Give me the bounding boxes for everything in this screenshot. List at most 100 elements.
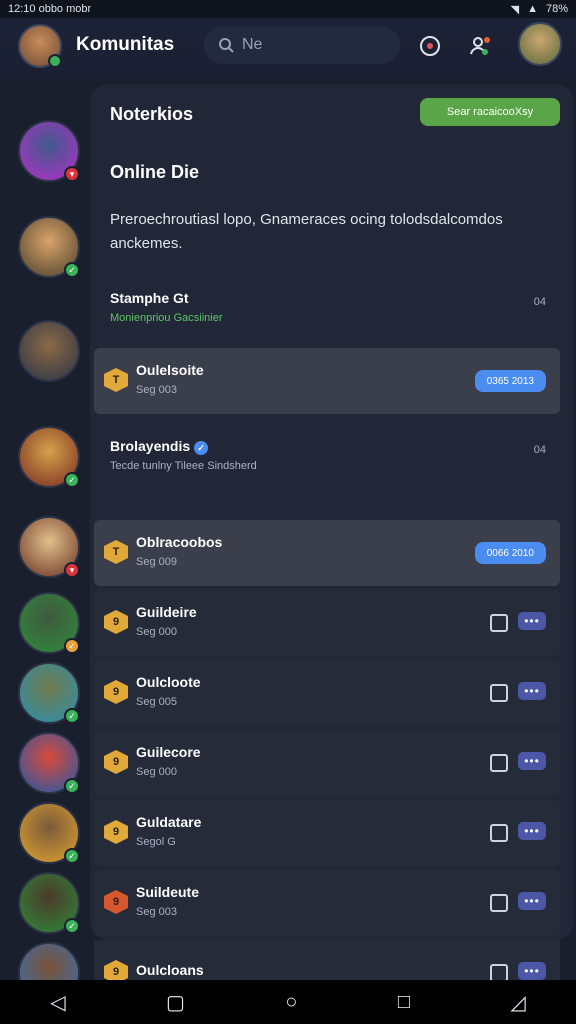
edit-icon[interactable] bbox=[490, 684, 508, 702]
rank-icon: 9 bbox=[104, 610, 128, 634]
panel-title: Noterkios bbox=[110, 104, 194, 124]
online-badge bbox=[48, 54, 62, 68]
user-add-icon bbox=[470, 37, 490, 55]
status-bar: 12:10 obbo mobr ◥ ▲ 78% bbox=[0, 0, 576, 18]
server-avatar[interactable]: ▾ bbox=[18, 120, 80, 182]
signal-icon: ▲ bbox=[527, 3, 538, 15]
item-title: Oulcloote bbox=[136, 674, 201, 690]
server-avatar[interactable]: ✓ bbox=[18, 216, 80, 278]
check-badge: ✓ bbox=[64, 262, 80, 278]
item-title: Oulcloans bbox=[136, 962, 204, 978]
item-time: 04 bbox=[533, 444, 546, 456]
more-button[interactable]: ••• bbox=[518, 682, 546, 700]
list-item[interactable]: Stamphe Gt Monienpriou Gacsiinier 04 bbox=[94, 276, 560, 342]
list-item[interactable]: 9 Guldatare Segol G ••• bbox=[94, 800, 560, 866]
more-button[interactable]: ••• bbox=[518, 962, 546, 980]
list-item[interactable]: 9 Oulcloote Seg 005 ••• bbox=[94, 660, 560, 726]
server-avatar[interactable]: ✓ bbox=[18, 802, 80, 864]
activity-button[interactable] bbox=[416, 32, 444, 60]
back-icon[interactable]: ◁ bbox=[50, 990, 65, 1015]
list-item[interactable]: 9 Guildeire Seg 000 ••• bbox=[94, 590, 560, 656]
profile-avatar[interactable] bbox=[518, 22, 562, 66]
item-title: Stamphe Gt bbox=[110, 290, 189, 306]
edit-icon[interactable] bbox=[490, 614, 508, 632]
item-title: Oulelsoite bbox=[136, 362, 204, 378]
item-title: Oblracoobos bbox=[136, 534, 223, 550]
date-badge[interactable]: 0365 2013 bbox=[474, 370, 546, 392]
server-avatar[interactable]: ▾ bbox=[18, 516, 80, 578]
server-avatar[interactable]: ✓ bbox=[18, 662, 80, 724]
check-badge: ✓ bbox=[64, 472, 80, 488]
item-subtitle: Seg 009 bbox=[136, 556, 177, 568]
item-subtitle: Seg 000 bbox=[136, 766, 177, 778]
list-item[interactable]: 9 Guilecore Seg 000 ••• bbox=[94, 730, 560, 796]
list-item[interactable]: Brolayendis ✓ Tecde tunlny Tileee Sindsh… bbox=[94, 424, 560, 490]
item-subtitle: Seg 003 bbox=[136, 906, 177, 918]
list-item[interactable]: 9 Suildeute Seg 003 ••• bbox=[94, 870, 560, 936]
server-sidebar: ▾ ✓ ✓ ▾ ✓ ✓ ✓ ✓ ✓ bbox=[0, 76, 92, 1004]
more-button[interactable]: ••• bbox=[518, 612, 546, 630]
rank-icon: 9 bbox=[104, 820, 128, 844]
page-title: Komunitas bbox=[76, 34, 175, 55]
status-time: 12:10 obbo mobr bbox=[8, 3, 92, 15]
status-icons: ◥ ▲ 78% bbox=[511, 3, 568, 16]
date-badge[interactable]: 0066 2010 bbox=[474, 542, 546, 564]
section-description: Preroechroutiasl lopo, Gnameraces ocing … bbox=[110, 211, 503, 252]
item-subtitle: Segol G bbox=[136, 836, 176, 848]
section-heading: Online Die bbox=[110, 162, 200, 182]
more-button[interactable]: ••• bbox=[518, 822, 546, 840]
home-icon[interactable]: ○ bbox=[285, 991, 297, 1014]
rank-icon: T bbox=[104, 368, 128, 392]
item-title: Suildeute bbox=[136, 884, 200, 900]
recents-icon[interactable]: ▢ bbox=[166, 990, 185, 1015]
search-placeholder: Ne bbox=[242, 36, 263, 53]
item-time: 04 bbox=[533, 296, 546, 308]
battery-label: 78% bbox=[545, 3, 568, 15]
rank-icon: 9 bbox=[104, 750, 128, 774]
activity-icon bbox=[420, 36, 440, 56]
item-subtitle: Seg 005 bbox=[136, 696, 177, 708]
rank-icon: T bbox=[104, 540, 128, 564]
notification-badge: ✓ bbox=[64, 638, 80, 654]
overview-icon[interactable]: □ bbox=[398, 991, 410, 1014]
rank-icon: 9 bbox=[104, 890, 128, 914]
verified-icon: ✓ bbox=[194, 441, 209, 455]
wifi-icon: ◥ bbox=[510, 3, 520, 16]
notification-badge: ▾ bbox=[64, 166, 80, 182]
item-title: Guilecore bbox=[136, 744, 201, 760]
item-subtitle: Monienpriou Gacsiinier bbox=[110, 312, 223, 324]
edit-icon[interactable] bbox=[490, 894, 508, 912]
server-avatar[interactable] bbox=[18, 320, 80, 382]
app-header: Komunitas Ne bbox=[0, 18, 576, 76]
rotate-icon[interactable]: ◿ bbox=[510, 990, 525, 1015]
more-button[interactable]: ••• bbox=[518, 892, 546, 910]
edit-icon[interactable] bbox=[490, 824, 508, 842]
action-button[interactable]: Sear racaicooXsy bbox=[420, 98, 560, 126]
server-avatar[interactable]: ✓ bbox=[18, 426, 80, 488]
server-avatar[interactable]: ✓ bbox=[18, 592, 80, 654]
notifications-panel: Noterkios Sear racaicooXsy Online Die Pr… bbox=[90, 84, 574, 940]
item-subtitle: Tecde tunlny Tileee Sindsherd bbox=[110, 460, 257, 472]
item-title: Guldatare bbox=[136, 814, 202, 830]
list-item[interactable]: T Oblracoobos Seg 009 0066 2010 bbox=[94, 520, 560, 586]
list-item[interactable]: T Oulelsoite Seg 003 0365 2013 bbox=[94, 348, 560, 414]
rank-icon: 9 bbox=[104, 680, 128, 704]
notification-badge: ▾ bbox=[64, 562, 80, 578]
server-avatar[interactable]: ✓ bbox=[18, 872, 80, 934]
search-icon bbox=[219, 38, 234, 53]
list-item[interactable]: 9 Oulcloans ••• bbox=[94, 940, 560, 984]
check-badge: ✓ bbox=[64, 708, 80, 724]
search-input[interactable]: Ne bbox=[204, 26, 400, 64]
friends-button[interactable] bbox=[466, 32, 494, 60]
edit-icon[interactable] bbox=[490, 754, 508, 772]
check-badge: ✓ bbox=[64, 848, 80, 864]
item-subtitle: Seg 000 bbox=[136, 626, 177, 638]
system-nav-bar: ◁ ▢ ○ □ ◿ bbox=[0, 980, 576, 1024]
more-button[interactable]: ••• bbox=[518, 752, 546, 770]
community-logo[interactable] bbox=[18, 24, 62, 68]
item-title: Guildeire bbox=[136, 604, 197, 620]
item-subtitle: Seg 003 bbox=[136, 384, 177, 396]
check-badge: ✓ bbox=[64, 918, 80, 934]
item-title: Brolayendis ✓ bbox=[110, 438, 209, 455]
server-avatar[interactable]: ✓ bbox=[18, 732, 80, 794]
